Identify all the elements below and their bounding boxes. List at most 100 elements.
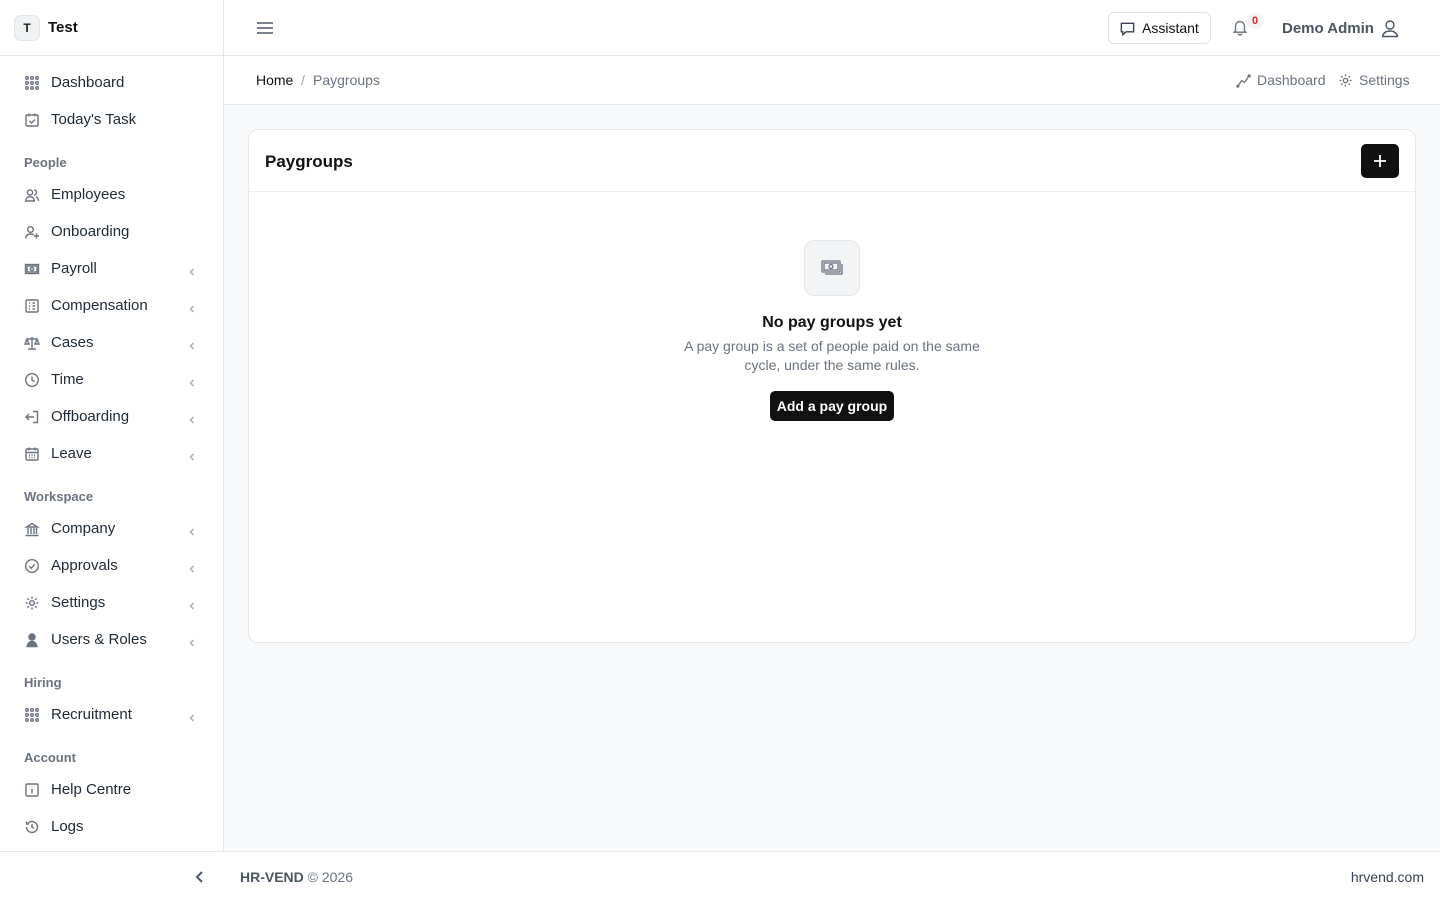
expand-chevron-icon — [187, 412, 197, 424]
workspace-name: Test — [48, 19, 78, 36]
sidebar-item-label: Time — [51, 371, 84, 388]
workspace-switcher[interactable]: T Test — [0, 0, 223, 56]
sidebar-item-label: Leave — [51, 445, 92, 462]
plus-icon — [1374, 155, 1386, 167]
sidebar: T Test Dashboard Today's Task People Employ… — [0, 0, 224, 851]
menu-toggle-button[interactable] — [254, 17, 276, 39]
sidebar-item-settings[interactable]: Settings — [0, 584, 223, 621]
history-icon — [24, 819, 40, 835]
chevron-left-icon — [189, 527, 195, 536]
page-footer: HR-VEND © 2026 hrvend.com — [224, 851, 1440, 900]
sidebar-item-dashboard[interactable]: Dashboard — [0, 64, 223, 101]
dashboard-quick-link[interactable]: Dashboard — [1236, 72, 1326, 88]
sidebar-item-label: Employees — [51, 186, 126, 203]
sidebar-item-cases[interactable]: Cases — [0, 324, 223, 361]
money-icon — [24, 261, 40, 277]
assistant-label: Assistant — [1142, 20, 1199, 36]
chevron-left-icon — [189, 601, 195, 610]
add-pay-group-button[interactable]: Add a pay group — [770, 391, 894, 421]
expand-chevron-icon — [187, 598, 197, 610]
user-name[interactable]: Demo Admin — [1282, 20, 1374, 37]
assistant-button[interactable]: Assistant — [1108, 12, 1211, 44]
sidebar-item-label: Users & Roles — [51, 631, 147, 648]
sidebar-item-label: Company — [51, 520, 116, 537]
expand-chevron-icon — [187, 338, 197, 350]
expand-chevron-icon — [187, 524, 197, 536]
user-menu-button[interactable] — [1380, 18, 1400, 38]
chevron-left-icon — [189, 452, 195, 461]
expand-chevron-icon — [187, 375, 197, 387]
footer-copyright: HR-VEND © 2026 — [240, 869, 353, 885]
sidebar-item-company[interactable]: Company — [0, 510, 223, 547]
sidebar-item-label: Cases — [51, 334, 94, 351]
chevron-left-icon — [189, 267, 195, 276]
topbar: Assistant 0 Demo Admin — [224, 0, 1440, 56]
notification-count-badge: 0 — [1246, 13, 1264, 29]
sidebar-section-title: Account — [24, 750, 76, 765]
chevron-left-icon — [189, 378, 195, 387]
sidebar-footer — [0, 851, 224, 900]
sidebar-item-approvals[interactable]: Approvals — [0, 547, 223, 584]
sidebar-item-label: Logs — [51, 818, 84, 835]
sidebar-item-help-centre[interactable]: Help Centre — [0, 771, 223, 808]
chevron-left-icon — [189, 638, 195, 647]
sidebar-item-recruitment[interactable]: Recruitment — [0, 696, 223, 733]
gear-icon — [24, 595, 40, 611]
building-icon — [24, 521, 40, 537]
workspace-avatar: T — [14, 14, 40, 41]
settings-quick-link-label: Settings — [1359, 72, 1410, 88]
sidebar-item-time[interactable]: Time — [0, 361, 223, 398]
sidebar-section-title: Hiring — [24, 675, 62, 690]
sidebar-item-users-roles[interactable]: Users & Roles — [0, 621, 223, 658]
settings-quick-link[interactable]: Settings — [1338, 72, 1410, 88]
sidebar-item-label: Approvals — [51, 557, 118, 574]
sidebar-item-label: Onboarding — [51, 223, 130, 240]
sidebar-item-compensation[interactable]: Compensation — [0, 287, 223, 324]
empty-state-icon — [804, 240, 860, 296]
chevron-left-icon — [189, 713, 195, 722]
sidebar-item-label: Compensation — [51, 297, 148, 314]
sidebar-item-onboarding[interactable]: Onboarding — [0, 213, 223, 250]
chevron-left-icon — [189, 304, 195, 313]
expand-chevron-icon — [187, 301, 197, 313]
sidebar-item-logs[interactable]: Logs — [0, 808, 223, 845]
check-circle-icon — [24, 558, 40, 574]
sidebar-item-label: Help Centre — [51, 781, 132, 798]
chevron-left-icon — [195, 871, 203, 883]
sidebar-section-title: Workspace — [24, 489, 94, 504]
sidebar-item-leave[interactable]: Leave — [0, 435, 223, 472]
exit-icon — [24, 409, 40, 425]
sidebar-nav: Dashboard Today's Task People Employees Onbo… — [0, 56, 223, 845]
expand-chevron-icon — [187, 561, 197, 573]
user-shield-icon — [24, 632, 40, 648]
expand-chevron-icon — [187, 264, 197, 276]
empty-state-description: A pay group is a set of people paid on t… — [684, 338, 980, 373]
ledger-icon — [24, 298, 40, 314]
info-icon — [24, 782, 40, 798]
sidebar-item-offboarding[interactable]: Offboarding — [0, 398, 223, 435]
breadcrumb-home-link[interactable]: Home — [256, 72, 293, 88]
add-paygroup-icon-button[interactable] — [1361, 144, 1399, 178]
footer-copyright-text: © 2026 — [307, 869, 354, 885]
paygroups-card: Paygroups No pay groups yet A pay group … — [248, 129, 1416, 643]
expand-chevron-icon — [187, 710, 197, 722]
sidebar-item-label: Payroll — [51, 260, 97, 277]
chevron-left-icon — [189, 564, 195, 573]
sidebar-item-employees[interactable]: Employees — [0, 176, 223, 213]
footer-site-link[interactable]: hrvend.com — [1351, 869, 1424, 885]
chevron-left-icon — [189, 415, 195, 424]
sidebar-item-label: Today's Task — [51, 111, 137, 128]
collapse-sidebar-button[interactable] — [190, 867, 210, 887]
clock-icon — [24, 372, 40, 388]
users-icon — [24, 187, 40, 203]
sidebar-item-label: Settings — [51, 594, 106, 611]
grid-icon — [24, 75, 40, 91]
chevron-left-icon — [189, 341, 195, 350]
hamburger-icon — [257, 22, 273, 34]
sidebar-item-payroll[interactable]: Payroll — [0, 250, 223, 287]
user-icon — [1381, 20, 1399, 38]
chat-icon — [1120, 22, 1135, 36]
money-icon — [821, 260, 843, 275]
sidebar-item-today-s-task[interactable]: Today's Task — [0, 101, 223, 138]
card-title: Paygroups — [265, 152, 353, 171]
